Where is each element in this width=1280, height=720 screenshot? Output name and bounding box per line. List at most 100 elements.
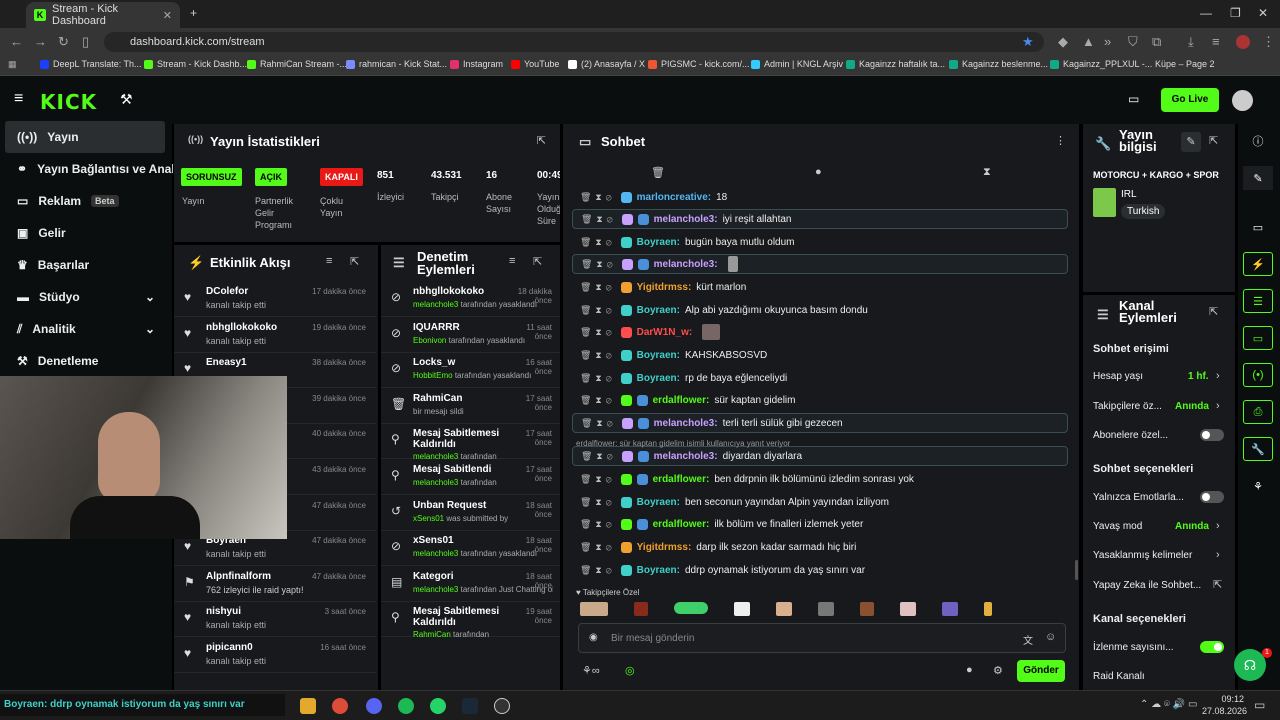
apps-grid-icon[interactable]: ▦: [8, 59, 17, 70]
chat-username[interactable]: Boyraen:: [637, 350, 680, 361]
bookmark-item[interactable]: PIGSMC - kick.com/...: [648, 59, 750, 69]
followers-only-value[interactable]: Anında: [1175, 401, 1209, 412]
bookmark-item[interactable]: YouTube: [511, 59, 559, 69]
moderator-name[interactable]: melancholе3: [413, 300, 458, 309]
activity-user[interactable]: DColefor: [206, 286, 248, 297]
view-count-toggle[interactable]: [1200, 641, 1224, 653]
theatre-mode-icon[interactable]: ▭: [1128, 92, 1139, 106]
mod-actions-icons[interactable]: 🗑⧗⊘: [581, 214, 617, 225]
activity-user[interactable]: Alpnfinalform: [206, 571, 271, 582]
chat-message[interactable]: 🗑⧗⊘ Yigitdrmss: kürt marlon: [572, 277, 1068, 297]
mod-actions-icons[interactable]: 🗑⧗⊘: [580, 305, 616, 316]
popout-icon[interactable]: ⇱: [350, 255, 359, 268]
moderation-target[interactable]: Mesaj Sabitlemesi Kaldırıldı: [413, 606, 508, 628]
emote[interactable]: [734, 602, 750, 616]
menu-dots-icon[interactable]: ⋮: [1055, 134, 1066, 147]
sidebar-item-basarilar[interactable]: ♛ Başarılar: [5, 249, 165, 281]
mod-actions-icons[interactable]: 🗑⧗⊘: [580, 497, 616, 508]
chat-message[interactable]: 🗑⧗⊘ erdalflower: ben ddrpnin ilk bölümünü …: [572, 469, 1068, 489]
category-thumbnail[interactable]: [1093, 188, 1116, 217]
chat-message[interactable]: 🗑⧗⊘ Boyraen: ben seconun yayından Alpin ya…: [572, 492, 1068, 512]
bookmark-item[interactable]: rahmican - Kick Stat...: [346, 59, 447, 69]
list-icon[interactable]: ☰: [1243, 289, 1273, 313]
chat-input-box[interactable]: ◉ Bir mesaj gönderin 文 ☺: [578, 623, 1066, 653]
moderation-target[interactable]: Unban Request: [413, 500, 508, 511]
mod-actions-icons[interactable]: 🗑⧗⊘: [580, 542, 616, 553]
chat-message[interactable]: 🗑⧗⊘ Boyraen: ddrp oynamak istiyorum da yaş…: [572, 560, 1068, 580]
chat-username[interactable]: Boyraen:: [637, 497, 680, 508]
mod-actions-icons[interactable]: 🗑⧗⊘: [580, 565, 616, 576]
activity-user[interactable]: Eneasy1: [206, 357, 247, 368]
chevron-right-icon[interactable]: ›: [1216, 549, 1220, 561]
chat-username[interactable]: melancholе3:: [654, 418, 718, 429]
hourglass-icon[interactable]: ⧗: [983, 166, 991, 179]
ai-chat-label[interactable]: Yapay Zeka ile Sohbet...: [1093, 580, 1201, 591]
close-tab-icon[interactable]: ✕: [163, 9, 172, 22]
emote[interactable]: [580, 602, 608, 616]
download-icon[interactable]: ⤓: [1188, 34, 1194, 50]
bookmark-item[interactable]: Admin | KNGL Arşiv: [751, 59, 843, 69]
moderation-target[interactable]: Kategori: [413, 571, 508, 582]
maximize-icon[interactable]: ❐: [1230, 6, 1241, 20]
hammer-icon[interactable]: ⚒: [120, 91, 133, 108]
moderation-target[interactable]: nbhgllokokoko: [413, 286, 508, 297]
settings-gear-icon[interactable]: ⚙: [993, 664, 1003, 677]
chat-message[interactable]: 🗑⧗⊘ erdalflower: ilk bölüm ve finalleri iz…: [572, 514, 1068, 534]
chat-username[interactable]: erdalflower:: [653, 474, 710, 485]
chat-username[interactable]: DarW1N_w:: [637, 327, 693, 338]
chat-username[interactable]: Boyraen:: [637, 565, 680, 576]
chat-message[interactable]: 🗑⧗⊘ melancholе3: terli terli sülük gibi ge…: [572, 413, 1068, 433]
moderation-target[interactable]: Mesaj Sabitlendi: [413, 464, 508, 475]
edit-pencil-icon[interactable]: ✎: [1243, 166, 1273, 190]
bookmark-item[interactable]: DeepL Translate: Th...: [40, 59, 142, 69]
bookmark-item[interactable]: RahmiCan Stream -...: [247, 59, 347, 69]
moderation-target[interactable]: IQUARRR: [413, 322, 508, 333]
bookmark-item[interactable]: Stream - Kick Dashb...: [144, 59, 247, 69]
mod-actions-icons[interactable]: 🗑⧗⊘: [580, 519, 616, 530]
scrollbar[interactable]: [1075, 560, 1078, 580]
popout-icon[interactable]: ⇱: [1209, 134, 1218, 147]
system-tray-icons[interactable]: ⌃ ☁ ⌾ 🔊 ▭: [1140, 699, 1197, 710]
menu-dots-icon[interactable]: ⋮: [1262, 34, 1275, 50]
speech-bubble-icon[interactable]: ●: [815, 166, 822, 178]
account-age-value[interactable]: 1 hf.: [1188, 371, 1209, 382]
profile-avatar[interactable]: [1236, 35, 1250, 49]
category-name[interactable]: IRL: [1121, 189, 1137, 200]
chat-username[interactable]: Boyraen:: [637, 305, 680, 316]
moderator-name[interactable]: Ebonivon: [413, 336, 446, 345]
whatsapp-icon[interactable]: [430, 698, 446, 714]
chat-message[interactable]: 🗑⧗⊘ melancholе3: iyi reşit allahtan: [572, 209, 1068, 229]
sidebar-item-denetleme[interactable]: ⚒ Denetleme: [5, 345, 165, 377]
emoji-icon[interactable]: ☺: [1045, 631, 1056, 643]
activity-user[interactable]: nishyui: [206, 606, 241, 617]
chat-message[interactable]: 🗑⧗⊘ Yigitdrmss: darp ilk sezon kadar sarma…: [572, 537, 1068, 557]
bookmark-item[interactable]: (2) Anasayfa / X: [568, 59, 645, 69]
moderation-target[interactable]: Mesaj Sabitlemesi Kaldırıldı: [413, 428, 508, 450]
chat-input[interactable]: Bir mesaj gönderin: [611, 633, 694, 644]
steam-icon[interactable]: [462, 698, 478, 714]
broadcast-icon[interactable]: (•): [1243, 363, 1273, 387]
go-live-button[interactable]: Go Live: [1161, 88, 1219, 112]
moderator-name[interactable]: melancholе3: [413, 478, 458, 487]
emote[interactable]: [860, 602, 874, 616]
chat-username[interactable]: Boyraen:: [637, 237, 680, 248]
moderation-target[interactable]: xSens01: [413, 535, 508, 546]
mod-actions-icons[interactable]: 🗑⧗⊘: [580, 237, 616, 248]
subs-only-toggle[interactable]: [1200, 429, 1224, 441]
chat-message[interactable]: 🗑⧗⊘ marloncreative: 18: [572, 187, 1068, 207]
obs-icon[interactable]: [494, 698, 510, 714]
mod-actions-icons[interactable]: 🗑⧗⊘: [581, 259, 617, 270]
bookmark-item[interactable]: Kagainzz beslenme...: [949, 59, 1048, 69]
emote[interactable]: [818, 602, 834, 616]
chevron-right-icon[interactable]: ›: [1216, 370, 1220, 382]
popout-icon[interactable]: ⇱: [1209, 305, 1218, 318]
chat-message[interactable]: 🗑⧗⊘ erdalflower: sür kaptan gidelim: [572, 390, 1068, 410]
moderator-name[interactable]: RahmiCan: [413, 630, 451, 639]
slow-mode-value[interactable]: Anında: [1175, 521, 1209, 532]
theatre-icon[interactable]: ▭: [1243, 215, 1273, 239]
chat-username[interactable]: Yigitdrmss:: [637, 542, 692, 553]
activity-user[interactable]: nbhgllokokoko: [206, 322, 277, 333]
forward-icon[interactable]: →: [34, 34, 47, 49]
trash-icon[interactable]: 🗑: [651, 166, 665, 179]
wrench-icon[interactable]: 🔧: [1243, 437, 1273, 461]
